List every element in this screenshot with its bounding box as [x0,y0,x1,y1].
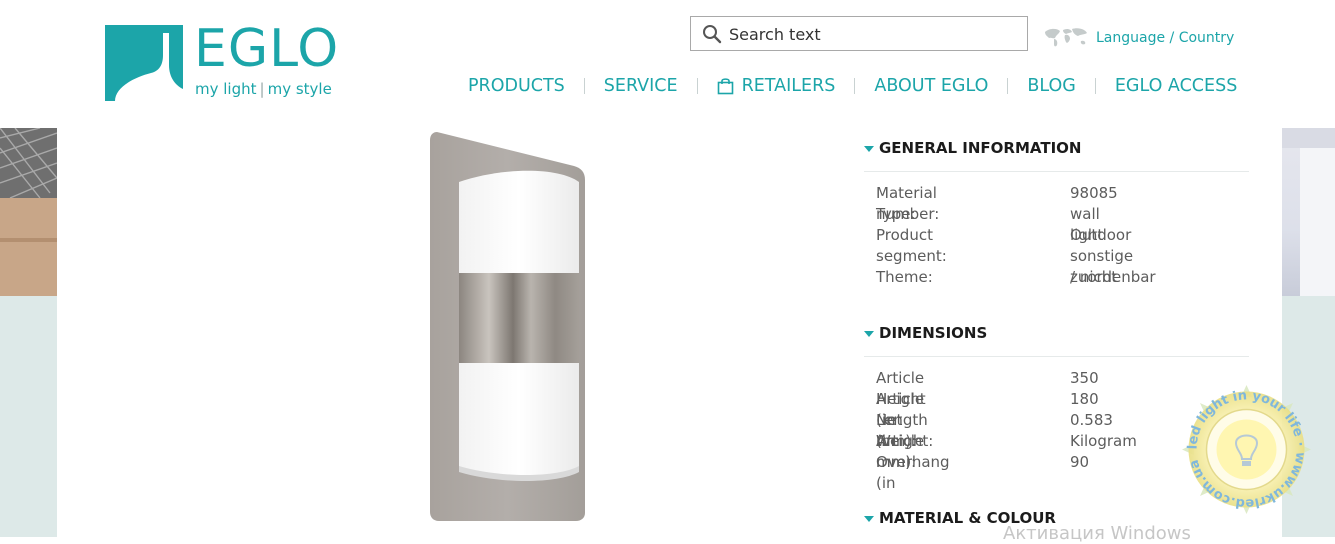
section-title: GENERAL INFORMATION [879,139,1082,157]
right-lifestyle-photo [1282,128,1335,296]
nav-retailers-label: RETAILERS [741,76,836,96]
nav-divider [854,78,856,94]
info-value: 0.583 Kilogram [1070,411,1137,450]
expand-triangle-icon [864,516,874,522]
shopping-bag-icon [717,78,733,95]
left-lifestyle-photo [0,128,57,296]
tagline-left: my light [195,80,257,98]
search-input[interactable] [729,21,1009,47]
nav-retailers[interactable]: RETAILERS [717,76,836,96]
nav-blog[interactable]: BLOG [1027,76,1075,96]
product-detail-panel: GENERAL INFORMATION Material number: 980… [57,128,1282,537]
info-value: 98085 [1070,184,1118,202]
eglo-logo[interactable]: EGLO my light | my style [105,21,338,103]
expand-triangle-icon [864,331,874,337]
nav-divider [1094,78,1096,94]
main-navigation: PRODUCTS SERVICE RETAILERS ABOUT EGLO BL… [468,74,1237,98]
language-country-link[interactable]: Language / Country [1096,30,1234,46]
search-icon[interactable] [702,24,722,44]
info-value: 350 [1070,369,1099,387]
info-value: 180 [1070,390,1099,408]
lamp-photo-graphic [1282,128,1335,296]
site-header: EGLO my light|my style Language / Countr… [0,0,1335,128]
tagline-separator: | [259,80,265,98]
lamp-logo-icon [105,25,183,101]
nav-divider [696,78,698,94]
brand-tagline: my light | my style [195,80,332,98]
nav-products[interactable]: PRODUCTS [468,76,565,96]
info-value: 90 [1070,453,1090,471]
info-label: Product segment: [876,226,947,265]
tagline-right: my style [267,80,332,98]
info-label: Theme: [876,268,933,286]
search-box [690,16,1028,51]
expand-triangle-icon [864,146,874,152]
info-label: Type: [876,205,916,223]
world-map-icon [1045,28,1087,47]
section-divider [864,356,1249,357]
nav-about-eglo[interactable]: ABOUT EGLO [874,76,988,96]
section-general-information[interactable]: GENERAL INFORMATION [864,139,1081,157]
ukrled-sun-badge-icon: led light in your life · www.ukrled.com.… [1182,385,1311,514]
section-dimensions[interactable]: DIMENSIONS [864,324,987,342]
nav-service[interactable]: SERVICE [604,76,678,96]
nav-eglo-access[interactable]: EGLO ACCESS [1115,76,1237,96]
info-value: Outdoor [1070,226,1132,244]
section-title: DIMENSIONS [879,324,988,342]
brand-name: EGLO [194,19,340,79]
windows-activation-watermark: Активация Windows [1003,523,1191,544]
nav-divider [1007,78,1009,94]
nav-divider [583,78,585,94]
section-divider [864,171,1249,172]
product-image-wall-light[interactable] [429,130,587,522]
info-label-line2: mm): [876,453,917,471]
basket-photo-graphic [0,128,57,296]
info-value-line2: zuordenbar [1070,268,1156,286]
